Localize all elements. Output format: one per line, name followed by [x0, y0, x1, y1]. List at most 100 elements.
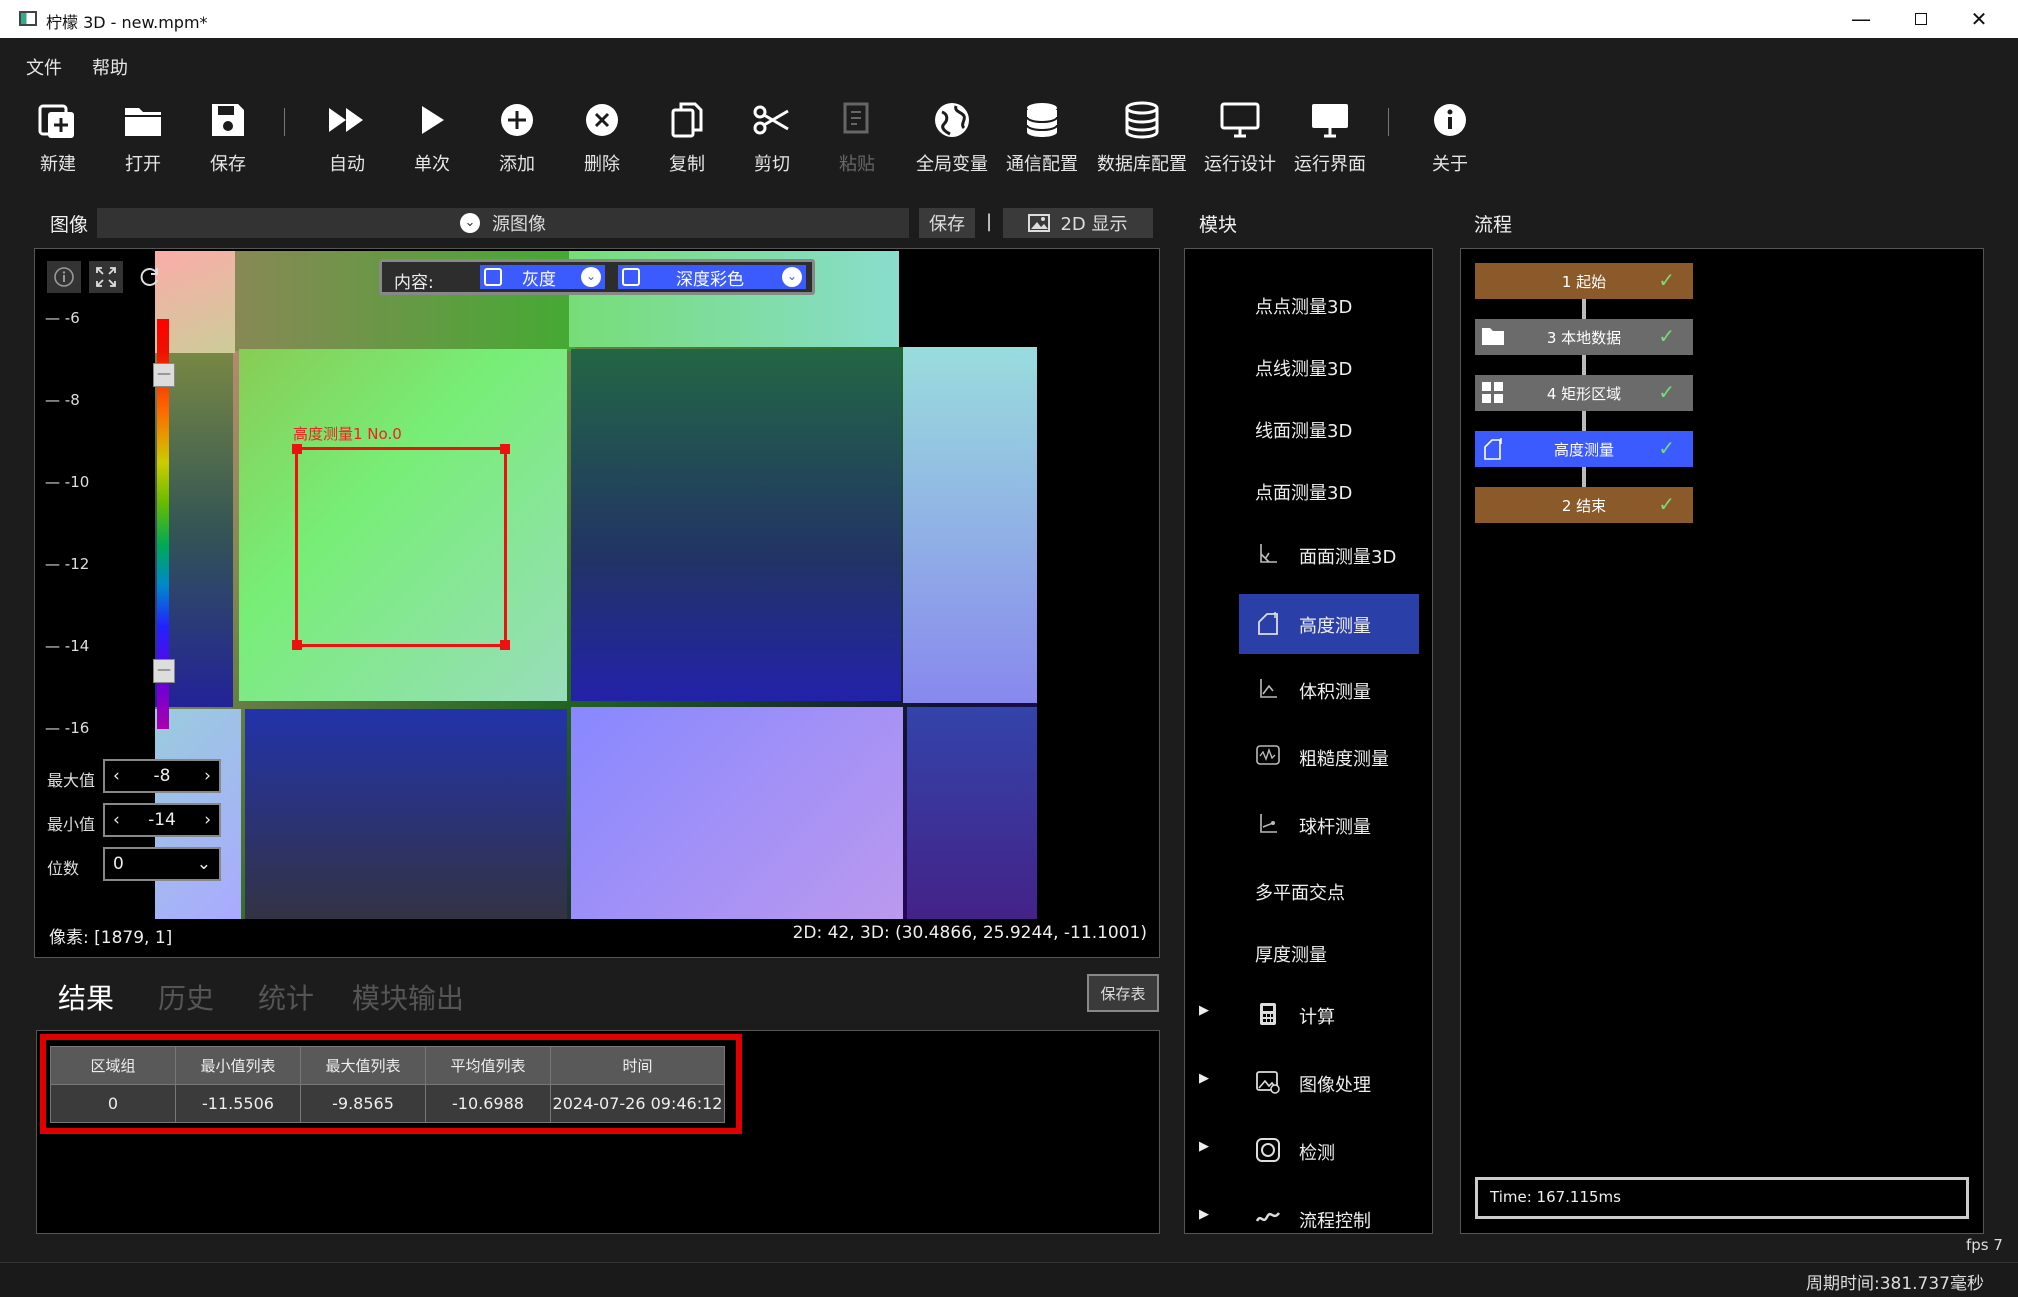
roi-handle[interactable]	[292, 640, 302, 650]
image-viewer[interactable]: 高度测量1 No.0 内容: 灰度 ⌄ 深度彩色 ⌄ — — — -6 — -8…	[34, 248, 1160, 958]
global-variables-button[interactable]: 全局变量	[904, 98, 1000, 182]
app-icon	[19, 11, 37, 26]
chevron-left-icon[interactable]: ‹	[113, 766, 120, 786]
source-image-dropdown[interactable]: ⌄ 源图像	[97, 208, 909, 238]
add-button[interactable]: 添加	[477, 98, 557, 182]
tab-statistics[interactable]: 统计	[258, 977, 314, 1017]
height-measure-icon	[1258, 612, 1278, 635]
module-item[interactable]: 厚度测量	[1255, 941, 1327, 967]
new-button[interactable]: 新建	[18, 98, 98, 182]
chevron-right-icon[interactable]: ›	[204, 766, 211, 786]
delete-button[interactable]: 删除	[562, 98, 642, 182]
module-group-calc[interactable]: ▶ 计算	[1199, 989, 1429, 1039]
flow-time-display: Time: 167.115ms	[1475, 1177, 1969, 1219]
module-item-ball-bar[interactable]: 球杆测量	[1255, 799, 1432, 849]
roi-handle[interactable]	[292, 444, 302, 454]
gray-dropdown[interactable]: 灰度 ⌄	[480, 265, 605, 290]
depth-color-checkbox[interactable]	[622, 268, 640, 286]
menu-help[interactable]: 帮助	[92, 54, 128, 80]
module-group-image-processing[interactable]: ▶ 图像处理	[1199, 1057, 1429, 1107]
roi-handle[interactable]	[500, 640, 510, 650]
chevron-right-icon[interactable]: ›	[204, 810, 211, 830]
colorbar-max-handle[interactable]: —	[153, 363, 175, 387]
chevron-left-icon[interactable]: ‹	[113, 810, 120, 830]
min-value: -14	[148, 810, 176, 830]
copy-label: 复制	[669, 154, 705, 175]
height-measure-icon	[1484, 438, 1502, 460]
db-config-button[interactable]: 数据库配置	[1085, 98, 1199, 182]
module-group-label: 流程控制	[1299, 1211, 1371, 1232]
tab-history[interactable]: 历史	[158, 977, 214, 1017]
module-item[interactable]: 线面测量3D	[1255, 417, 1352, 443]
max-value-stepper[interactable]: ‹ -8 ›	[103, 759, 221, 793]
fit-view-button[interactable]	[89, 261, 123, 293]
scissors-icon	[753, 105, 789, 135]
depth-color-dropdown[interactable]: 深度彩色 ⌄	[618, 265, 806, 290]
run-design-button[interactable]: 运行设计	[1192, 98, 1288, 182]
module-item-roughness[interactable]: 粗糙度测量	[1255, 731, 1432, 781]
display-2d-button[interactable]: 2D 显示	[1003, 208, 1153, 238]
cut-button[interactable]: 剪切	[732, 98, 812, 182]
digits-select[interactable]: 0 ⌄	[103, 847, 221, 881]
results-table: 区域组 最小值列表 最大值列表 平均值列表 时间 0 -11.5506 -9.8…	[50, 1046, 725, 1123]
run-ui-button[interactable]: 运行界面	[1282, 98, 1378, 182]
depth-color-label: 深度彩色	[676, 269, 744, 290]
copy-button[interactable]: 复制	[647, 98, 727, 182]
close-button[interactable]: ✕	[1950, 0, 2008, 38]
module-group-label: 检测	[1299, 1143, 1335, 1164]
content-label: 内容:	[394, 273, 434, 293]
tab-results[interactable]: 结果	[58, 977, 114, 1017]
table-row[interactable]: 0 -11.5506 -9.8565 -10.6988 2024-07-26 0…	[50, 1084, 725, 1123]
depth-image[interactable]	[155, 251, 1037, 919]
single-run-button[interactable]: 单次	[392, 98, 472, 182]
database-outline-icon	[1125, 101, 1159, 139]
flow-node-height-measure[interactable]: 高度测量 ✓	[1475, 431, 1693, 467]
flow-control-icon	[1255, 1212, 1280, 1222]
module-item-volume[interactable]: 体积测量	[1255, 664, 1432, 714]
min-value-label: 最小值	[47, 815, 96, 834]
add-label: 添加	[499, 154, 535, 175]
module-item-height-selected[interactable]: 高度测量	[1239, 594, 1419, 654]
module-item-face-face[interactable]: 面面测量3D	[1255, 529, 1432, 579]
global-variables-label: 全局变量	[916, 154, 988, 175]
content-selector: 内容: 灰度 ⌄ 深度彩色 ⌄	[379, 259, 815, 295]
module-item[interactable]: 点面测量3D	[1255, 479, 1352, 505]
flow-node-local-data[interactable]: 3 本地数据 ✓	[1475, 319, 1693, 355]
coordinate-readout: 2D: 42, 3D: (30.4866, 25.9244, -11.1001)	[792, 923, 1147, 943]
roi-handle[interactable]	[500, 444, 510, 454]
flow-node-label: 1 起始	[1561, 272, 1607, 291]
flow-node-end[interactable]: 2 结束 ✓	[1475, 487, 1693, 523]
measure-angle-icon	[1260, 544, 1277, 563]
image-save-button[interactable]: 保存	[919, 208, 975, 238]
about-button[interactable]: 关于	[1410, 98, 1490, 182]
paste-button[interactable]: 粘贴	[817, 98, 897, 182]
open-button[interactable]: 打开	[103, 98, 183, 182]
module-group-flow-control[interactable]: ▶ 流程控制	[1199, 1193, 1429, 1233]
module-item[interactable]: 点线测量3D	[1255, 355, 1352, 381]
column-header: 最大值列表	[300, 1046, 426, 1085]
info-tool-button[interactable]	[47, 261, 81, 293]
flow-node-start[interactable]: 1 起始 ✓	[1475, 263, 1693, 299]
module-group-detection[interactable]: ▶ 检测	[1199, 1125, 1429, 1175]
tab-module-output[interactable]: 模块输出	[352, 977, 464, 1017]
colorbar-min-handle[interactable]: —	[153, 659, 175, 683]
save-button[interactable]: 保存	[188, 98, 268, 182]
chevron-down-icon: ⌄	[581, 267, 601, 287]
comm-config-button[interactable]: 通信配置	[994, 98, 1090, 182]
table-header-row: 区域组 最小值列表 最大值列表 平均值列表 时间	[50, 1046, 725, 1085]
title-bar: 柠檬 3D - new.mpm* — ✕	[0, 0, 2018, 38]
minimize-button[interactable]: —	[1832, 0, 1890, 38]
maximize-button[interactable]	[1892, 0, 1950, 38]
reset-view-button[interactable]	[133, 261, 167, 293]
module-item[interactable]: 点点测量3D	[1255, 293, 1352, 319]
fast-forward-icon	[329, 108, 363, 132]
flow-node-rect-region[interactable]: 4 矩形区域 ✓	[1475, 375, 1693, 411]
module-item[interactable]: 多平面交点	[1255, 879, 1345, 905]
menu-file[interactable]: 文件	[26, 54, 62, 80]
auto-run-button[interactable]: 自动	[307, 98, 387, 182]
save-table-button[interactable]: 保存表	[1087, 974, 1159, 1012]
gray-checkbox[interactable]	[484, 268, 502, 286]
roi-rectangle[interactable]	[292, 444, 510, 650]
min-value-stepper[interactable]: ‹ -14 ›	[103, 803, 221, 837]
roi-label: 高度测量1 No.0	[293, 425, 402, 443]
